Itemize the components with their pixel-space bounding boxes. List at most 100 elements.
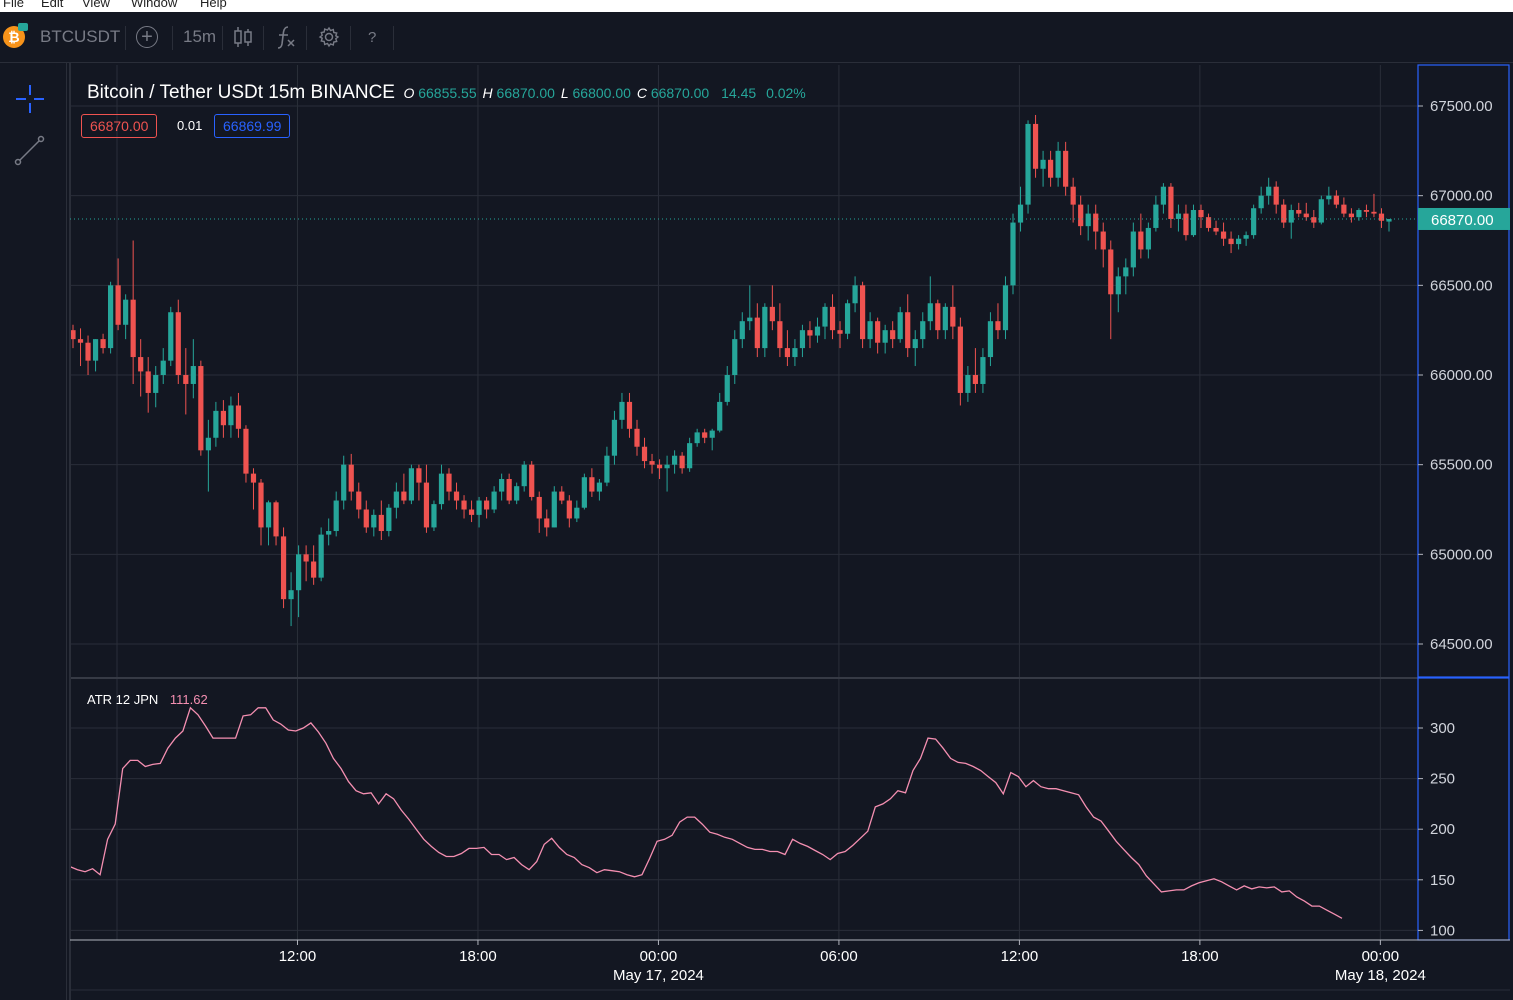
candle-body: [303, 554, 309, 562]
compare-button[interactable]: +: [136, 22, 158, 52]
candle-series: [70, 114, 1392, 627]
menu-file[interactable]: File: [3, 0, 24, 10]
candle-body: [912, 339, 918, 349]
candle-body: [341, 464, 347, 501]
price-tick-label: 65500.00: [1430, 457, 1493, 474]
candle-body: [1100, 231, 1106, 250]
chart-axes: 67500.00 67000.00 66500.00 66000.00 65500.00…: [69, 63, 1510, 1000]
candle-body: [604, 455, 610, 483]
candle-body: [235, 405, 242, 429]
candle-body: [807, 330, 813, 336]
time-tick-label: 18:00: [1181, 948, 1219, 965]
candle-body: [1032, 123, 1039, 169]
candle-body: [536, 496, 542, 519]
chart-type-button[interactable]: [232, 22, 254, 52]
candle-body: [972, 375, 978, 384]
toolbar-divider: [172, 26, 173, 50]
candle-body: [687, 443, 693, 469]
candle-body: [1123, 267, 1129, 277]
menu-window[interactable]: Window: [131, 0, 177, 10]
candle-body: [1183, 213, 1189, 236]
candle-body: [521, 464, 527, 487]
menu-view[interactable]: View: [82, 0, 110, 10]
menu-bar: File Edit View Window Help: [0, 0, 1513, 12]
spread-label: 0.01: [177, 118, 203, 133]
candle-body: [882, 330, 888, 343]
ohlc-low: 66800.00: [572, 85, 631, 101]
candle-body: [589, 477, 595, 492]
help-button[interactable]: ?: [368, 22, 376, 52]
buy-button[interactable]: 66869.99: [214, 114, 291, 138]
crosshair-icon[interactable]: [14, 83, 46, 115]
candle-body: [596, 482, 602, 492]
menu-edit[interactable]: Edit: [41, 0, 63, 10]
candle-body: [265, 502, 272, 528]
last-price-badge: [1418, 207, 1510, 230]
chart-canvas[interactable]: 67500.00 67000.00 66500.00 66000.00 65500.00…: [0, 0, 1513, 1000]
candles-icon: [234, 27, 252, 47]
candle-body: [769, 306, 775, 322]
candle-body: [927, 303, 933, 322]
candle-body: [1010, 222, 1016, 286]
candle-body: [852, 285, 858, 304]
buy-price: 66869.99: [223, 118, 282, 134]
indicator-legend[interactable]: ATR 12 JPN 111.62: [87, 692, 208, 707]
candle-body: [1153, 204, 1159, 228]
ohlc-open: 66855.55: [418, 85, 477, 101]
bitcoin-icon: ₿: [3, 23, 28, 48]
candle-body: [371, 514, 377, 528]
candle-body: [296, 554, 302, 591]
symbol-search[interactable]: ₿ BTCUSDT: [3, 22, 120, 52]
candle-body: [551, 491, 557, 528]
atr-tick-label: 200: [1430, 821, 1455, 838]
candle-body: [724, 375, 730, 402]
candle-body: [1190, 210, 1197, 236]
candle-body: [92, 339, 99, 361]
candle-body: [205, 437, 211, 451]
candle-body: [499, 479, 505, 492]
candle-body: [198, 366, 204, 451]
candle-body: [356, 491, 362, 510]
atr-tick-label: 150: [1430, 872, 1455, 889]
candle-body: [416, 468, 422, 483]
candle-body: [1273, 186, 1279, 205]
candle-body: [717, 401, 723, 431]
candle-body: [401, 491, 407, 501]
candle-body: [168, 312, 174, 361]
price-tick-label: 67000.00: [1430, 188, 1493, 205]
candle-body: [1168, 186, 1174, 219]
menu-help[interactable]: Help: [200, 0, 227, 10]
atr-tick-label: 100: [1430, 922, 1455, 939]
candle-body: [1288, 210, 1294, 223]
candle-body: [70, 330, 76, 340]
function-icon: [277, 26, 295, 49]
interval-button[interactable]: 15m: [183, 22, 216, 52]
candle-body: [664, 464, 670, 469]
ohlc-close-label: C: [636, 85, 647, 101]
candle-body: [484, 500, 490, 510]
candle-body: [777, 321, 783, 349]
candle-body: [190, 366, 196, 384]
candle-body: [1303, 213, 1309, 218]
candle-body: [280, 536, 287, 600]
candle-body: [1311, 217, 1317, 223]
ohlc-high-label: H: [482, 85, 493, 101]
trend-line-icon[interactable]: [14, 135, 46, 167]
candle-body: [138, 357, 144, 372]
symbol-title[interactable]: Bitcoin / Tether USDt 15m BINANCE: [87, 82, 395, 103]
toolbar-divider: [350, 26, 351, 50]
indicators-button[interactable]: [275, 22, 297, 52]
candle-body: [822, 306, 828, 327]
candle-body: [130, 299, 136, 358]
candle-body: [213, 410, 219, 438]
candle-body: [1243, 235, 1249, 239]
toolbar-divider: [393, 26, 394, 50]
add-circle-icon: +: [136, 26, 158, 48]
candle-body: [1093, 213, 1099, 232]
atr-scale-border: [1417, 677, 1510, 941]
price-tick-label: 65000.00: [1430, 546, 1493, 563]
candle-body: [1213, 227, 1219, 232]
settings-button[interactable]: [318, 22, 340, 52]
sell-button[interactable]: 66870.00: [81, 114, 158, 138]
candle-body: [123, 299, 129, 325]
